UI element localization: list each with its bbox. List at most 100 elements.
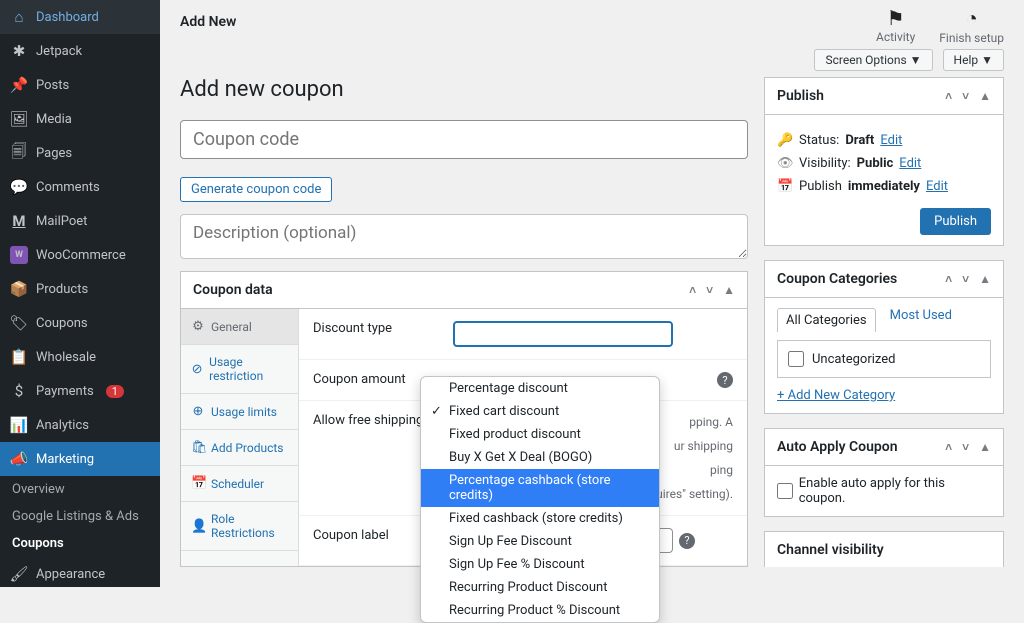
sidebar-sub-coupons[interactable]: Coupons <box>0 530 160 557</box>
sidebar-item-marketing[interactable]: 📣Marketing <box>0 442 160 476</box>
sidebar-item-coupons[interactable]: 🏷Coupons <box>0 306 160 340</box>
sidebar-item-mailpoet[interactable]: MMailPoet <box>0 204 160 238</box>
uncategorized-checkbox[interactable] <box>788 351 804 367</box>
categories-title: Coupon Categories <box>777 271 897 287</box>
sidebar-sub-overview[interactable]: Overview <box>0 476 160 503</box>
panel-up-icon[interactable]: ˄ <box>945 89 952 103</box>
screen-options-button[interactable]: Screen Options ▼ <box>814 49 932 71</box>
sidebar-item-jetpack[interactable]: ✱Jetpack <box>0 34 160 68</box>
discount-option[interactable]: Sign Up Fee % Discount <box>421 553 659 576</box>
discount-option[interactable]: Fixed product discount <box>421 423 659 446</box>
coupon-data-title: Coupon data <box>193 282 273 298</box>
discount-option[interactable]: Percentage discount <box>421 377 659 400</box>
panel-up-icon[interactable]: ˄ <box>945 440 952 454</box>
coupon-data-tabs: ⚙General ⊘Usage restriction ⊕Usage limit… <box>181 309 299 566</box>
gear-icon: ⚙ <box>191 319 205 334</box>
jetpack-icon: ✱ <box>10 42 28 60</box>
coupons-icon: 🏷 <box>10 314 28 332</box>
page-title: Add new coupon <box>180 77 748 102</box>
panel-toggle-icon[interactable]: ▲ <box>979 89 991 103</box>
discount-option[interactable]: Sign Up Fee Discount <box>421 530 659 553</box>
woocommerce-icon: W <box>10 246 28 264</box>
pages-icon: 🗐 <box>10 144 28 162</box>
edit-schedule-link[interactable]: Edit <box>926 179 948 194</box>
channel-visibility-panel: Channel visibility <box>764 531 1004 567</box>
mailpoet-icon: M <box>10 212 28 230</box>
shipping-text: ping <box>710 461 733 479</box>
shipping-text: ur shipping <box>674 437 733 455</box>
tab-general[interactable]: ⚙General <box>181 309 298 345</box>
sidebar-item-appearance[interactable]: 🖌Appearance <box>0 557 160 591</box>
discount-type-select[interactable] <box>453 321 673 347</box>
discount-option[interactable]: Fixed cashback (store credits) <box>421 507 659 530</box>
sidebar-item-wholesale[interactable]: 📋Wholesale <box>0 340 160 374</box>
publish-title: Publish <box>777 88 824 104</box>
sidebar-item-posts[interactable]: 📌Posts <box>0 68 160 102</box>
admin-sidebar: ⌂Dashboard ✱Jetpack 📌Posts 🖼Media 🗐Pages… <box>0 0 160 587</box>
panel-down-icon[interactable]: ˅ <box>706 283 713 297</box>
help-icon[interactable]: ? <box>679 533 695 549</box>
bag-icon: 🛍 <box>191 440 205 455</box>
tab-scheduler[interactable]: 📅Scheduler <box>181 466 298 502</box>
discount-option[interactable]: Buy X Get X Deal (BOGO) <box>421 446 659 469</box>
auto-apply-checkbox[interactable] <box>777 483 793 499</box>
discount-option[interactable]: Fixed cart discount <box>421 400 659 423</box>
sidebar-item-products[interactable]: 📦Products <box>0 272 160 306</box>
generate-coupon-code-button[interactable]: Generate coupon code <box>180 177 332 202</box>
discount-type-dropdown: Percentage discountFixed cart discountFi… <box>420 376 660 623</box>
sidebar-item-pages[interactable]: 🗐Pages <box>0 136 160 170</box>
breadcrumb-add-new: Add New <box>180 6 236 30</box>
help-icon[interactable]: ? <box>717 372 733 388</box>
tab-usage-restriction[interactable]: ⊘Usage restriction <box>181 345 298 394</box>
discount-option[interactable]: Recurring Product Discount <box>421 576 659 599</box>
panel-toggle-icon[interactable]: ▲ <box>723 283 735 297</box>
discount-option[interactable]: Percentage cashback (store credits) <box>421 469 659 507</box>
sidebar-item-woocommerce[interactable]: WWooCommerce <box>0 238 160 272</box>
panel-up-icon[interactable]: ˄ <box>689 283 696 297</box>
progress-circle-icon: ◔ <box>939 6 1004 31</box>
coupon-code-input[interactable] <box>180 120 748 159</box>
sidebar-sub-google-listings[interactable]: Google Listings & Ads <box>0 503 160 530</box>
help-button[interactable]: Help ▼ <box>943 49 1004 71</box>
panel-toggle-icon[interactable]: ▲ <box>979 272 991 286</box>
sidebar-item-media[interactable]: 🖼Media <box>0 102 160 136</box>
publish-button[interactable]: Publish <box>920 208 991 235</box>
dashboard-icon: ⌂ <box>10 8 28 26</box>
activity-button[interactable]: ⚑Activity <box>876 6 915 45</box>
sidebar-item-payments[interactable]: $Payments1 <box>0 374 160 408</box>
tab-all-categories[interactable]: All Categories <box>777 308 876 332</box>
plus-icon: ⊕ <box>191 404 205 419</box>
publish-panel: Publish˄˅▲ 🔑Status: Draft Edit 👁Visibili… <box>764 77 1004 246</box>
payments-badge: 1 <box>106 385 124 398</box>
panel-down-icon[interactable]: ˅ <box>962 89 969 103</box>
flag-icon: ⚑ <box>876 6 915 30</box>
sidebar-item-dashboard[interactable]: ⌂Dashboard <box>0 0 160 34</box>
finish-setup-button[interactable]: ◔Finish setup <box>939 6 1004 45</box>
panel-up-icon[interactable]: ˄ <box>945 272 952 286</box>
discount-option[interactable]: Recurring Product % Discount <box>421 599 659 622</box>
media-icon: 🖼 <box>10 110 28 128</box>
channel-visibility-title: Channel visibility <box>777 542 884 558</box>
user-icon: 👤 <box>191 519 205 534</box>
block-icon: ⊘ <box>191 362 203 377</box>
add-new-category-link[interactable]: + Add New Category <box>777 388 895 403</box>
key-icon: 🔑 <box>777 133 793 148</box>
tab-role-restrictions[interactable]: 👤Role Restrictions <box>181 502 298 551</box>
tab-add-products[interactable]: 🛍Add Products <box>181 430 298 466</box>
panel-toggle-icon[interactable]: ▲ <box>979 440 991 454</box>
panel-down-icon[interactable]: ˅ <box>962 272 969 286</box>
sidebar-item-comments[interactable]: 💬Comments <box>0 170 160 204</box>
calendar-icon: 📅 <box>191 476 205 491</box>
tab-usage-limits[interactable]: ⊕Usage limits <box>181 394 298 430</box>
sidebar-item-analytics[interactable]: 📊Analytics <box>0 408 160 442</box>
top-bar: Add New ⚑Activity ◔Finish setup <box>160 0 1024 45</box>
comments-icon: 💬 <box>10 178 28 196</box>
edit-status-link[interactable]: Edit <box>880 133 902 148</box>
description-textarea[interactable] <box>180 214 748 259</box>
discount-type-label: Discount type <box>313 321 453 336</box>
categories-panel: Coupon Categories ˄ ˅ ▲ All Categories Most… <box>764 260 1004 414</box>
tab-most-used[interactable]: Most Used <box>890 308 952 332</box>
panel-down-icon[interactable]: ˅ <box>962 440 969 454</box>
edit-visibility-link[interactable]: Edit <box>899 156 921 171</box>
products-icon: 📦 <box>10 280 28 298</box>
